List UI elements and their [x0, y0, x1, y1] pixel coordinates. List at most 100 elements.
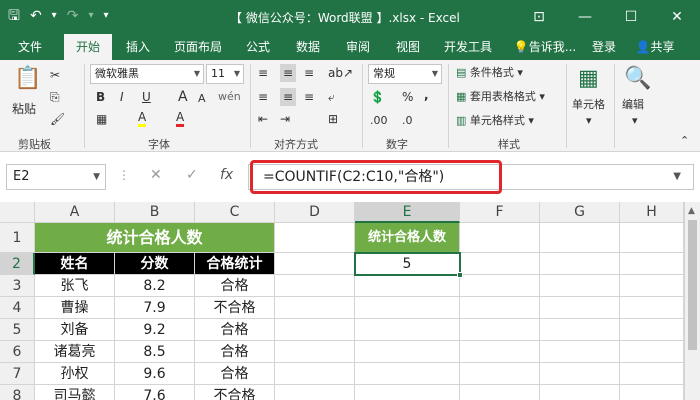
data-cell[interactable]: 刘备: [35, 319, 115, 341]
stat-title-cell[interactable]: 统计合格人数: [355, 223, 460, 253]
scrollbar-thumb[interactable]: [688, 220, 697, 350]
merge-icon[interactable]: ⊞: [328, 110, 338, 128]
cell[interactable]: [355, 319, 460, 341]
redo-icon[interactable]: ↷: [67, 6, 79, 26]
ribbon-display-options-icon[interactable]: ⊡: [516, 0, 562, 34]
underline-button[interactable]: U: [142, 88, 151, 106]
cell[interactable]: [460, 385, 540, 400]
format-as-table-button[interactable]: ▦ 套用表格格式 ▾: [456, 88, 545, 106]
cell[interactable]: [540, 319, 620, 341]
middle-align-icon[interactable]: ≡: [280, 64, 297, 82]
cell[interactable]: [275, 341, 355, 363]
column-header[interactable]: G: [540, 202, 620, 223]
tab-page-layout[interactable]: 页面布局: [166, 34, 230, 60]
data-cell[interactable]: 不合格: [195, 297, 275, 319]
tab-file[interactable]: 文件: [6, 34, 54, 60]
data-cell[interactable]: 8.5: [115, 341, 195, 363]
expand-formula-icon[interactable]: ▼: [673, 165, 681, 189]
chevron-down-icon[interactable]: ▾: [632, 112, 638, 130]
decrease-decimal-icon[interactable]: .0: [402, 112, 413, 130]
font-name-dropdown[interactable]: 微软雅黑 ▼: [90, 64, 204, 84]
cell[interactable]: [540, 275, 620, 297]
cell[interactable]: [355, 275, 460, 297]
row-header[interactable]: 8: [0, 385, 35, 400]
cell[interactable]: [540, 363, 620, 385]
customize-qat-icon[interactable]: ▾: [103, 6, 108, 26]
cell[interactable]: [460, 223, 540, 253]
drag-handle[interactable]: ⋮: [118, 168, 130, 182]
accounting-icon[interactable]: 💲: [370, 88, 385, 106]
data-cell[interactable]: 7.6: [115, 385, 195, 400]
cell[interactable]: [275, 363, 355, 385]
undo-icon[interactable]: ↶: [30, 6, 42, 26]
fill-color-icon[interactable]: A: [138, 110, 147, 127]
vertical-scrollbar[interactable]: ▲: [684, 202, 700, 400]
decrease-indent-icon[interactable]: ⇤: [258, 110, 268, 128]
bottom-align-icon[interactable]: ≡: [304, 64, 314, 82]
cell[interactable]: [275, 275, 355, 297]
number-format-dropdown[interactable]: 常规 ▼: [368, 64, 442, 84]
row-header[interactable]: 4: [0, 297, 35, 319]
row-header[interactable]: 7: [0, 363, 35, 385]
cell[interactable]: [540, 341, 620, 363]
data-cell[interactable]: 9.6: [115, 363, 195, 385]
tab-insert[interactable]: 插入: [116, 34, 160, 60]
font-color-icon[interactable]: A: [176, 110, 185, 127]
increase-decimal-icon[interactable]: .00: [370, 112, 388, 130]
cell[interactable]: [355, 385, 460, 400]
enter-icon[interactable]: ✓: [186, 167, 198, 183]
column-header[interactable]: C: [195, 202, 275, 223]
row-header[interactable]: 3: [0, 275, 35, 297]
data-cell[interactable]: 7.9: [115, 297, 195, 319]
column-header[interactable]: F: [460, 202, 540, 223]
column-header[interactable]: B: [115, 202, 195, 223]
data-cell[interactable]: 不合格: [195, 385, 275, 400]
tab-data[interactable]: 数据: [286, 34, 330, 60]
merged-title-cell[interactable]: 统计合格人数: [35, 223, 275, 253]
cell[interactable]: [355, 363, 460, 385]
percent-button[interactable]: %: [402, 88, 413, 106]
share-button[interactable]: 👤共享: [626, 34, 684, 60]
paste-button[interactable]: 粘贴: [12, 100, 36, 118]
cell[interactable]: [620, 341, 684, 363]
data-cell[interactable]: 曹操: [35, 297, 115, 319]
chevron-down-icon[interactable]: ▾: [586, 112, 592, 130]
align-right-icon[interactable]: ≡: [304, 88, 314, 106]
align-center-icon[interactable]: ≡: [280, 88, 297, 106]
cell[interactable]: [620, 297, 684, 319]
bold-button[interactable]: B: [96, 88, 105, 106]
cell[interactable]: [620, 363, 684, 385]
comma-button[interactable]: ,: [424, 86, 429, 104]
cell[interactable]: [620, 385, 684, 400]
cell[interactable]: [275, 297, 355, 319]
data-cell[interactable]: 9.2: [115, 319, 195, 341]
minimize-icon[interactable]: —: [562, 0, 608, 34]
cells-icon[interactable]: ▦: [578, 66, 599, 91]
data-cell[interactable]: 孙权: [35, 363, 115, 385]
cell[interactable]: [620, 275, 684, 297]
row-header-selected[interactable]: 2: [0, 253, 35, 275]
close-icon[interactable]: ✕: [654, 0, 700, 34]
format-painter-icon[interactable]: 🖌: [50, 110, 65, 128]
cell[interactable]: [355, 341, 460, 363]
decrease-font-icon[interactable]: A: [198, 90, 206, 108]
fill-handle[interactable]: [457, 272, 463, 278]
tab-view[interactable]: 视图: [386, 34, 430, 60]
align-left-icon[interactable]: ≡: [258, 88, 268, 106]
header-cell-name[interactable]: 姓名: [35, 253, 115, 275]
cancel-icon[interactable]: ✕: [150, 167, 162, 183]
collapse-ribbon-icon[interactable]: ⌃: [680, 132, 689, 150]
cell[interactable]: [275, 223, 355, 253]
borders-icon[interactable]: ▦: [96, 110, 107, 128]
cell[interactable]: [460, 363, 540, 385]
increase-indent-icon[interactable]: ⇥: [280, 110, 290, 128]
data-cell[interactable]: 合格: [195, 341, 275, 363]
increase-font-icon[interactable]: A: [178, 88, 188, 106]
paste-icon[interactable]: 📋: [14, 66, 41, 91]
data-cell[interactable]: 诸葛亮: [35, 341, 115, 363]
cell-styles-button[interactable]: ▥ 单元格样式 ▾: [456, 112, 534, 130]
orientation-icon[interactable]: ab↗: [328, 64, 353, 82]
cell[interactable]: [620, 319, 684, 341]
top-align-icon[interactable]: ≡: [258, 64, 268, 82]
font-size-dropdown[interactable]: 11 ▼: [206, 64, 244, 84]
